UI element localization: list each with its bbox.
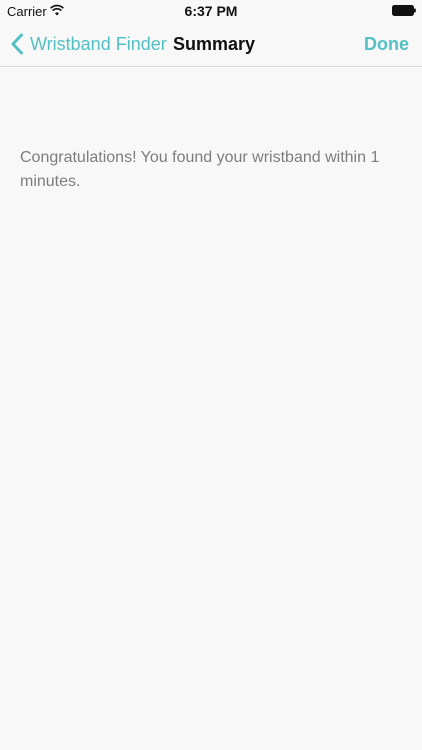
battery-icon [392,5,416,16]
main-content: Congratulations! You found your wristban… [0,67,422,750]
page-title: Summary [173,34,256,54]
back-button-label: Wristband Finder [30,33,167,54]
back-button[interactable]: Wristband Finder [10,30,167,58]
navigation-bar: Wristband Finder Summary Done [0,22,422,67]
done-button[interactable]: Done [364,34,409,55]
status-time: 6:37 PM [184,3,238,19]
chevron-left-icon [11,33,23,55]
status-bar: Carrier 6:37 PM [0,0,422,22]
summary-message: Congratulations! You found your wristban… [20,149,380,190]
